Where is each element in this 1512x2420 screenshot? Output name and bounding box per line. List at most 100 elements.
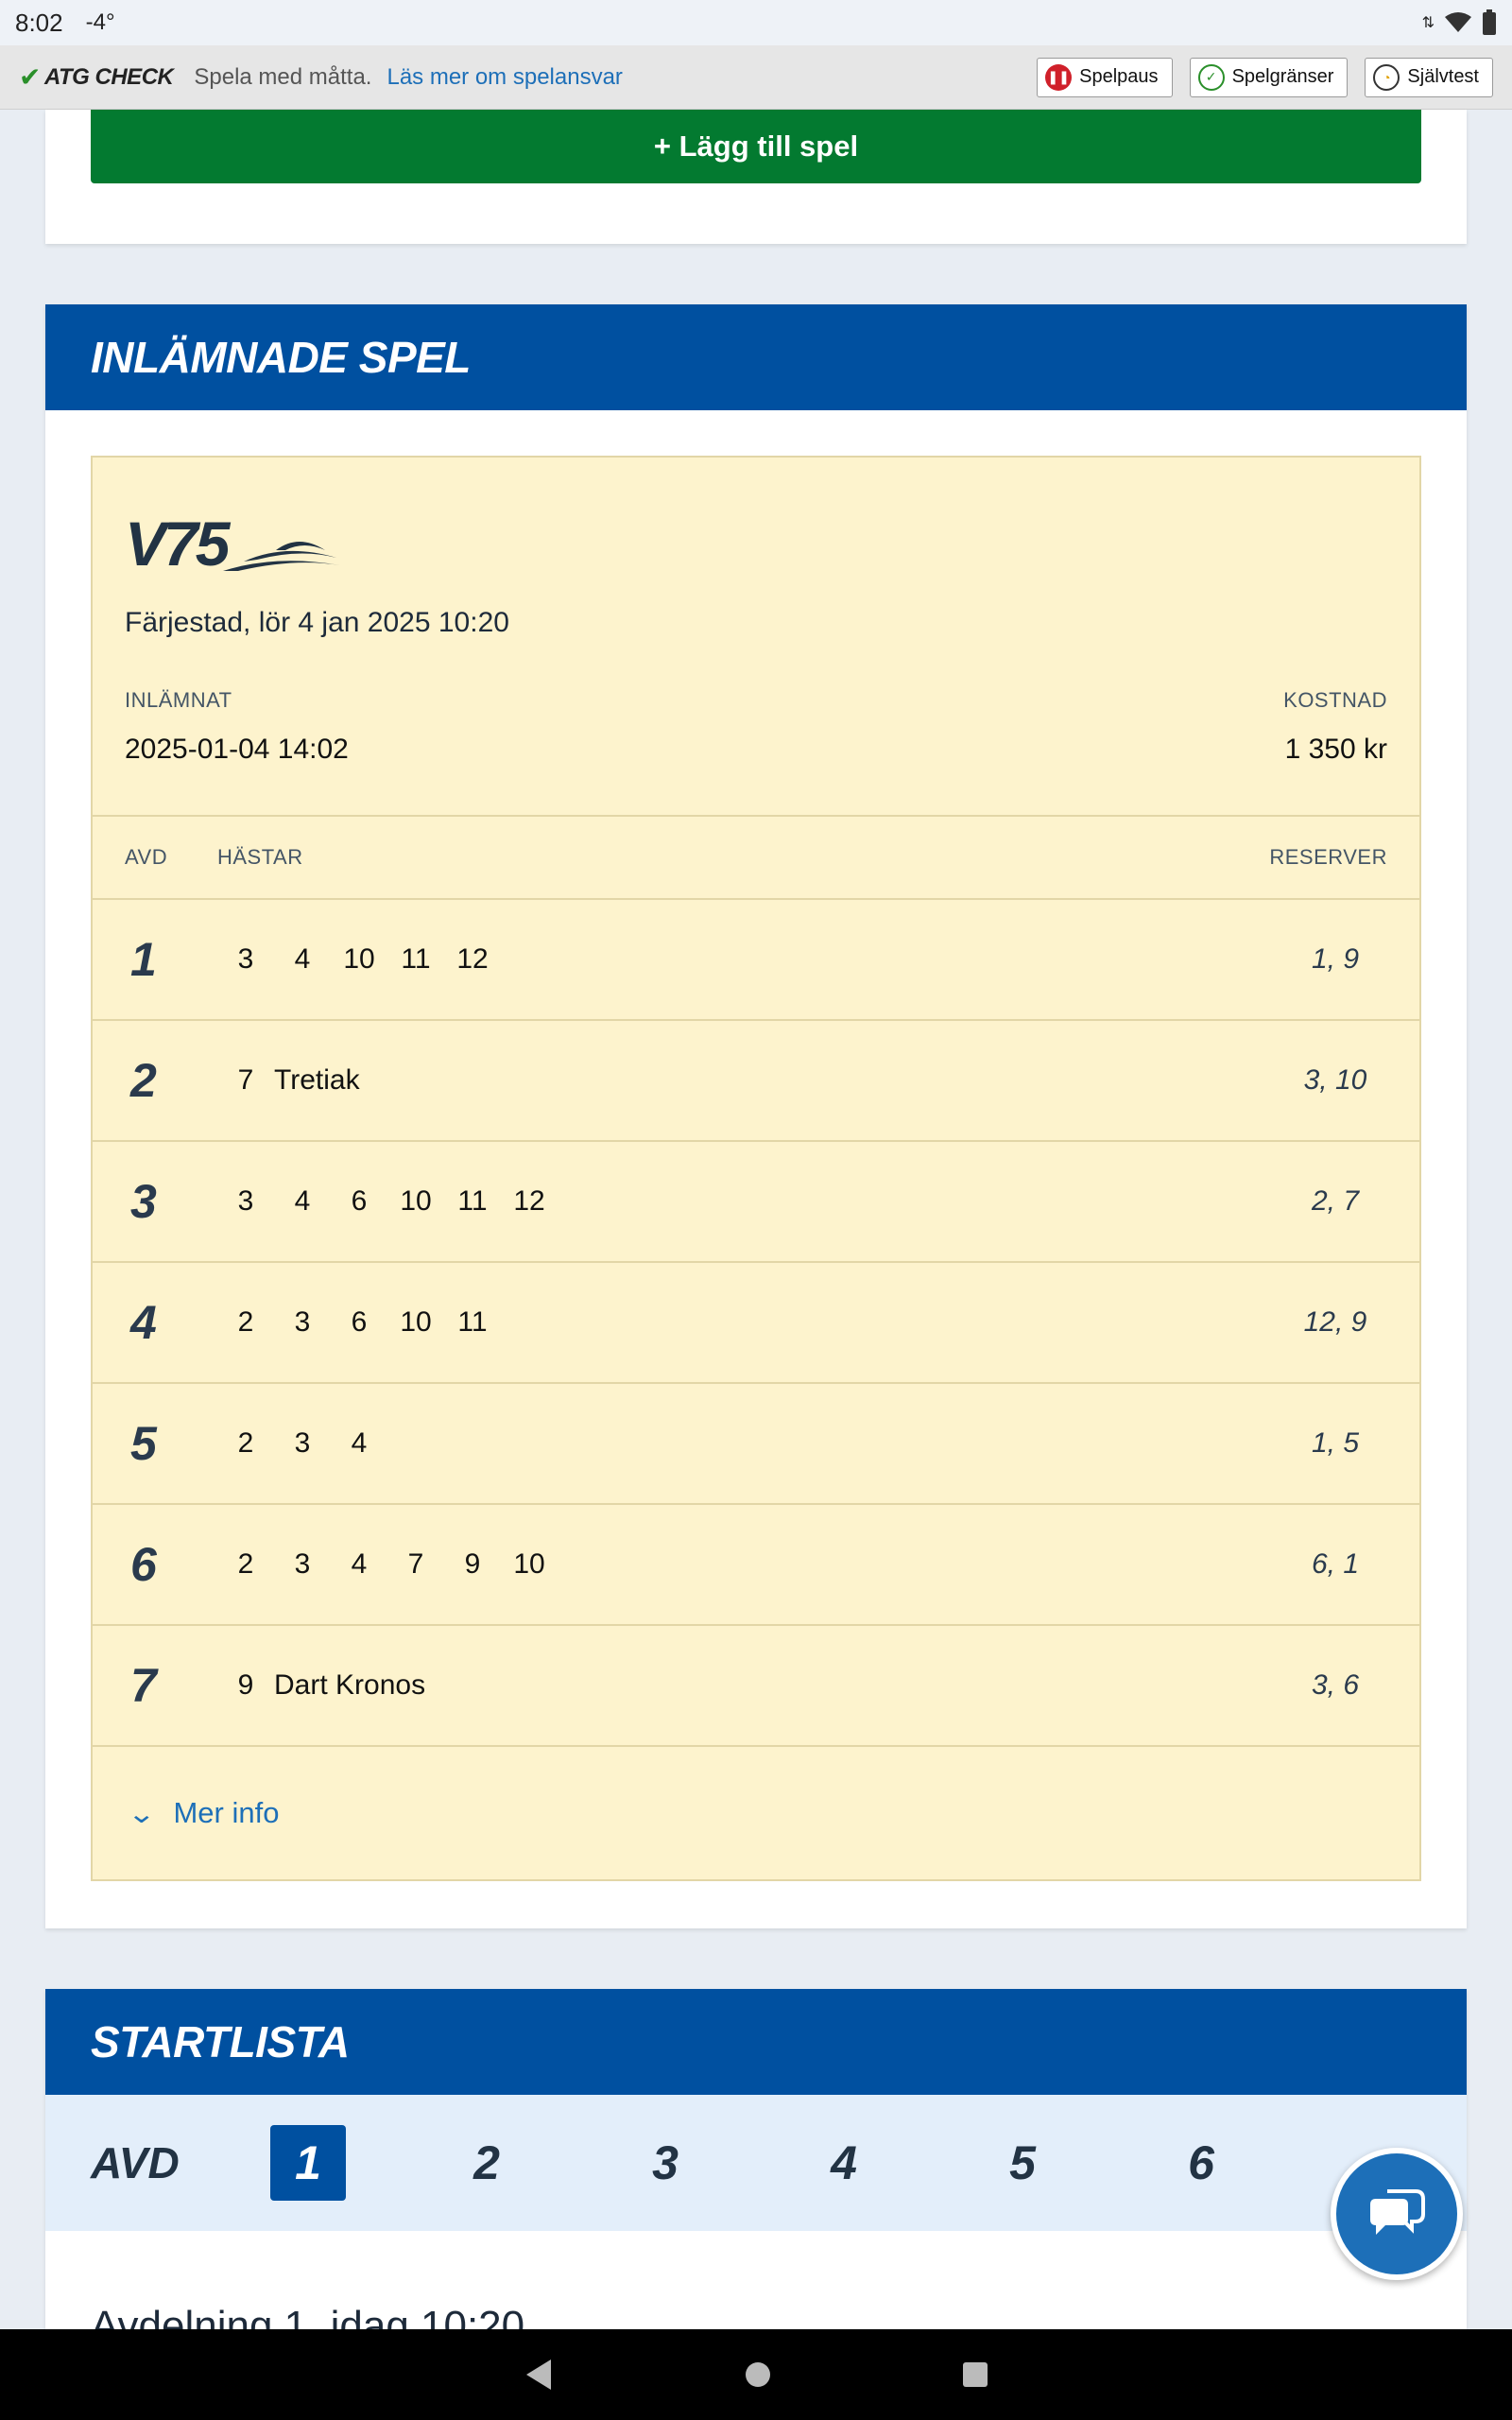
horse-number: 2 [237, 1427, 254, 1459]
bet-card: V75 Färjestad, lör 4 jan 2025 10:20 INLÄ… [91, 456, 1421, 1881]
avd-tab-6[interactable]: 6 [1163, 2125, 1239, 2201]
more-info-toggle[interactable]: ⌄ Mer info [93, 1747, 1419, 1879]
add-game-card: + Lägg till spel [45, 110, 1467, 244]
avd-tab-4[interactable]: 4 [806, 2125, 882, 2201]
horse-swoosh-icon [223, 542, 341, 571]
avd-label: AVD [91, 2138, 180, 2187]
submitted-value: 2025-01-04 14:02 [125, 734, 349, 765]
reserves: 12, 9 [1303, 1306, 1367, 1338]
horse-number: 11 [401, 943, 431, 975]
horse-number: 9 [237, 1669, 254, 1701]
horse-name: Tretiak [274, 1064, 360, 1096]
avd-tab-3[interactable]: 3 [627, 2125, 703, 2201]
section-title: INLÄMNADE SPEL [45, 304, 1467, 410]
reserves: 1, 5 [1311, 1427, 1360, 1459]
avd-tab-bar: AVD 1 2 3 4 5 6 [45, 2095, 1467, 2231]
selection-row: 4 2 3 6 10 11 12, 9 [93, 1263, 1419, 1384]
pause-icon: ❚❚ [1045, 63, 1073, 91]
status-bar: 8:02 -4° ⇅ [0, 0, 1512, 45]
gauge-icon: ◔ [1373, 63, 1400, 91]
horse-number: 2 [237, 1306, 254, 1338]
battery-icon [1483, 9, 1496, 35]
startlist-section: STARTLISTA AVD 123456 Avdelning 1, idag … [45, 1989, 1467, 2344]
race-number: 7 [130, 1659, 157, 1712]
rg-message: Spela med måtta. [194, 63, 372, 90]
atg-check-brand: ATG CHECK [43, 63, 174, 90]
race-number: 4 [130, 1296, 157, 1349]
horse-number: 2 [237, 1548, 254, 1580]
spelpaus-label: Spelpaus [1079, 66, 1159, 87]
horse-number: 10 [343, 943, 375, 975]
col-reserves: RESERVER [1269, 845, 1387, 869]
recents-icon[interactable] [961, 2360, 989, 2389]
horse-list: 3 4 6 10 11 12 [217, 1185, 558, 1218]
reserves: 2, 7 [1311, 1185, 1360, 1217]
horse-number: 7 [407, 1548, 424, 1580]
more-info-label: Mer info [173, 1796, 280, 1829]
data-arrows-icon: ⇅ [1421, 15, 1435, 31]
sjalvtest-button[interactable]: ◔ Självtest [1365, 57, 1493, 97]
horse-number: 3 [294, 1548, 311, 1580]
horse-number: 12 [456, 943, 489, 975]
horse-number: 4 [351, 1427, 368, 1459]
responsible-gaming-bar: ✔ ATG CHECK Spela med måtta. Läs mer om … [0, 45, 1512, 110]
wifi-icon [1445, 12, 1471, 32]
v75-logo-text: V75 [125, 509, 230, 579]
table-header: AVD HÄSTAR RESERVER [93, 815, 1419, 900]
avd-tab-5[interactable]: 5 [985, 2125, 1060, 2201]
horse-list: 2 3 4 7 9 10 [217, 1548, 558, 1581]
reserves: 6, 1 [1311, 1548, 1360, 1580]
add-game-button[interactable]: + Lägg till spel [91, 110, 1421, 183]
horse-number: 4 [294, 943, 311, 975]
selection-row: 3 3 4 6 10 11 12 2, 7 [93, 1142, 1419, 1263]
selection-rows: 1 3 4 10 11 12 1, 9 2 7 Tretiak 3, 10 3 3 4 6 10 11 12 2, … [93, 900, 1419, 1747]
reserves: 3, 10 [1303, 1064, 1367, 1096]
race-number: 3 [130, 1175, 157, 1228]
race-number: 5 [130, 1417, 157, 1470]
status-temperature: -4° [85, 9, 115, 35]
selection-row: 6 2 3 4 7 9 10 6, 1 [93, 1505, 1419, 1626]
selection-row: 2 7 Tretiak 3, 10 [93, 1021, 1419, 1142]
race-track-date: Färjestad, lör 4 jan 2025 10:20 [125, 607, 509, 638]
col-horses: HÄSTAR [217, 845, 303, 869]
rg-read-more-link[interactable]: Läs mer om spelansvar [387, 64, 622, 91]
chevron-down-icon: ⌄ [127, 1798, 156, 1828]
home-icon[interactable] [744, 2360, 772, 2389]
horse-number: 7 [237, 1064, 254, 1096]
atg-check-logo: ✔ ATG CHECK [19, 61, 174, 93]
v75-logo: V75 [125, 497, 1387, 575]
horse-number: 10 [400, 1185, 432, 1217]
horse-number: 4 [351, 1548, 368, 1580]
status-icons: ⇅ [1422, 9, 1497, 36]
horse-list: 7 Tretiak [217, 1064, 360, 1097]
race-number: 1 [130, 933, 157, 986]
selection-row: 7 9 Dart Kronos 3, 6 [93, 1626, 1419, 1747]
horse-number: 4 [294, 1185, 311, 1217]
selection-row: 1 3 4 10 11 12 1, 9 [93, 900, 1419, 1021]
spelpaus-button[interactable]: ❚❚ Spelpaus [1037, 57, 1173, 97]
chat-bubble-icon [1370, 2189, 1425, 2235]
horse-number: 10 [513, 1548, 545, 1580]
horse-list: 3 4 10 11 12 [217, 943, 501, 976]
submitted-games-section: INLÄMNADE SPEL V75 Färjestad, lör 4 jan … [45, 304, 1467, 1928]
chat-button[interactable] [1331, 2148, 1463, 2280]
cost-label: KOSTNAD [1283, 688, 1387, 712]
race-number: 6 [130, 1538, 157, 1591]
col-avd: AVD [125, 845, 168, 869]
back-icon[interactable] [523, 2358, 555, 2392]
spelgranser-button[interactable]: ✓ Spelgränser [1189, 57, 1349, 97]
reserves: 1, 9 [1311, 943, 1360, 975]
horse-number: 10 [400, 1306, 432, 1338]
race-number: 2 [130, 1054, 157, 1107]
sjalvtest-label: Självtest [1407, 66, 1479, 87]
startlist-title: STARTLISTA [45, 1989, 1467, 2095]
spelgranser-label: Spelgränser [1231, 66, 1334, 87]
horse-list: 2 3 4 [217, 1427, 387, 1460]
avd-tab-2[interactable]: 2 [449, 2125, 524, 2201]
horse-number: 11 [457, 1306, 488, 1338]
horse-list: 9 Dart Kronos [217, 1669, 425, 1702]
avd-tab-1[interactable]: 1 [270, 2125, 346, 2201]
horse-list: 2 3 6 10 11 [217, 1306, 501, 1339]
horse-name: Dart Kronos [274, 1669, 426, 1701]
status-time: 8:02 [15, 8, 63, 37]
